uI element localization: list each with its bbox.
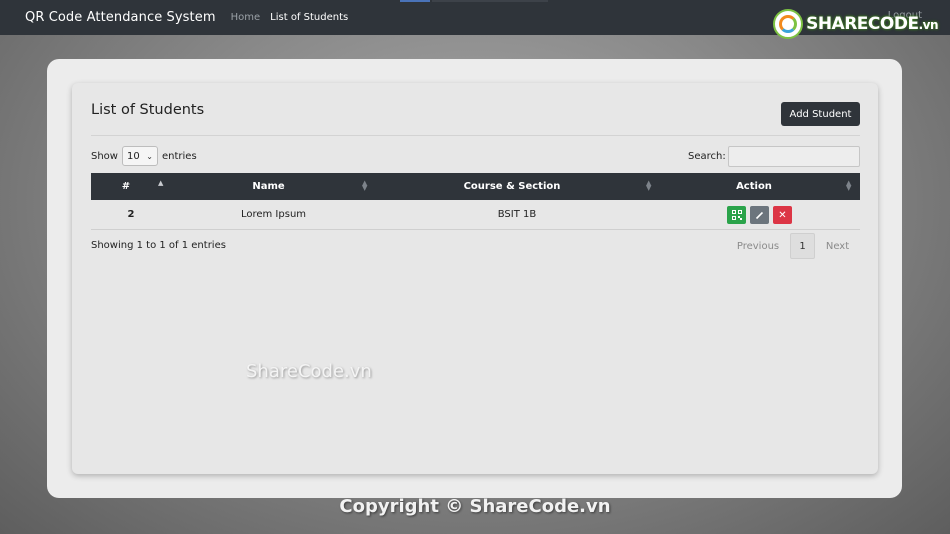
entries-label: entries <box>161 150 197 162</box>
brand-title[interactable]: QR Code Attendance System <box>25 10 216 25</box>
nav-link-list-of-students[interactable]: List of Students <box>270 12 348 23</box>
qr-code-icon <box>731 210 742 220</box>
qr-code-button[interactable] <box>727 206 746 224</box>
nav-accent-secondary <box>432 0 548 2</box>
pencil-icon <box>755 211 764 219</box>
table-header: # ▲ Name ▲ ▼ Course & Section ▲ ▼ Action ▲… <box>91 173 860 200</box>
nav-accent <box>400 0 430 2</box>
sort-icon: ▲ ▼ <box>846 179 852 192</box>
search-input[interactable] <box>727 146 860 167</box>
watermark: ShareCode.vn <box>246 361 372 382</box>
entries-select[interactable]: 10 ⌄ <box>121 146 158 166</box>
sharecode-logo-icon <box>773 9 804 39</box>
close-icon: ✕ <box>778 209 787 221</box>
search-label: Search: <box>688 151 726 162</box>
edit-button[interactable] <box>750 206 769 224</box>
table-search: Search: <box>688 146 860 167</box>
cell-id: 2 <box>127 208 135 220</box>
add-student-button[interactable]: Add Student <box>781 102 860 126</box>
column-header-action[interactable]: Action <box>651 173 857 200</box>
pagination-next[interactable]: Next <box>815 241 860 252</box>
entries-length-control: Show 10 ⌄ entries <box>91 146 197 166</box>
pagination-previous[interactable]: Previous <box>726 241 790 252</box>
card-divider <box>91 135 860 136</box>
table-row: 2 Lorem Ipsum BSIT 1B ✕ <box>91 200 860 230</box>
column-header-name[interactable]: Name <box>161 173 376 200</box>
show-label: Show <box>91 150 118 162</box>
table-info: Showing 1 to 1 of 1 entries <box>91 240 226 251</box>
pagination: Previous 1 Next <box>726 233 860 259</box>
sharecode-logo-text: SHARECODE.vn <box>806 14 938 34</box>
column-header-number[interactable]: # <box>91 173 161 200</box>
entries-select-value: 10 <box>126 150 140 162</box>
sharecode-logo: SHARECODE.vn <box>773 9 939 39</box>
sort-icon: ▲ ▼ <box>362 179 368 192</box>
cell-course: BSIT 1B <box>497 208 537 220</box>
students-card <box>72 83 878 474</box>
delete-button[interactable]: ✕ <box>773 206 792 224</box>
page-title: List of Students <box>91 102 205 118</box>
nav-link-home[interactable]: Home <box>231 12 261 23</box>
column-header-course-section[interactable]: Course & Section <box>376 173 648 200</box>
pagination-page[interactable]: 1 <box>790 233 815 259</box>
chevron-down-icon: ⌄ <box>146 151 153 161</box>
copyright-text: Copyright © ShareCode.vn <box>339 496 611 517</box>
cell-name: Lorem Ipsum <box>240 208 307 220</box>
